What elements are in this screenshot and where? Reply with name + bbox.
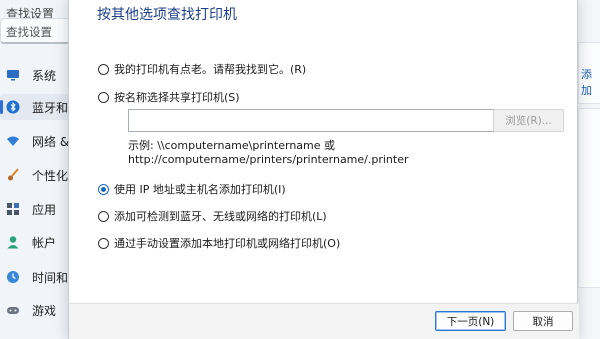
radio-manual[interactable] [98, 237, 109, 249]
dialog-heading: 按其他选项查找打印机 [97, 7, 237, 23]
sidebar-item-label: 蓝牙和 [32, 100, 69, 115]
search-placeholder: 查找设置 [6, 25, 52, 39]
monitor-icon [5, 67, 21, 83]
browse-button[interactable]: 浏览(R)... [493, 109, 564, 132]
option-manual-label: 通过手动设置添加本地打印机或网络打印机(O) [114, 237, 341, 250]
option-older-printer-label: 我的打印机有点老。请帮我找到它。(R) [114, 63, 307, 76]
option-manual[interactable]: 通过手动设置添加本地打印机或网络打印机(O) [98, 235, 340, 251]
settings-card [578, 108, 600, 288]
apps-icon [5, 201, 21, 217]
brush-icon [5, 167, 21, 183]
radio-older-printer[interactable] [98, 63, 109, 75]
option-by-ip-label: 使用 IP 地址或主机名添加打印机(I) [114, 183, 286, 196]
gamepad-icon [5, 302, 21, 318]
sidebar-item-time-language[interactable]: 时间和 [0, 264, 70, 290]
example-line-2: http://computername/printers/printername… [128, 153, 409, 166]
sidebar-item-label: 游戏 [32, 303, 57, 318]
sidebar-item-gaming[interactable]: 游戏 [0, 297, 70, 323]
example-text: 示例: \\computername\printername 或 http://… [128, 139, 409, 167]
radio-wireless[interactable] [98, 210, 109, 222]
wifi-icon [5, 133, 21, 149]
sidebar-item-label: 个性化 [32, 168, 69, 183]
sidebar-item-label: 应用 [32, 202, 57, 217]
shared-printer-name-input[interactable] [128, 109, 529, 132]
sidebar-item-personalization[interactable]: 个性化 [0, 162, 70, 188]
add-device-link[interactable]: 添加 [581, 66, 600, 98]
sidebar-item-apps[interactable]: 应用 [0, 196, 70, 222]
next-button[interactable]: 下一页(N) [435, 311, 506, 331]
sidebar-item-network[interactable]: 网络 & [0, 128, 70, 154]
sidebar-item-label: 系统 [32, 68, 57, 83]
radio-by-ip[interactable] [98, 183, 109, 195]
option-by-ip[interactable]: 使用 IP 地址或主机名添加打印机(I) [98, 181, 286, 197]
option-by-name-label: 按名称选择共享打印机(S) [114, 91, 240, 104]
sidebar-item-bluetooth[interactable]: 蓝牙和 [0, 94, 70, 120]
search-input[interactable]: 查找设置 [0, 18, 70, 44]
sidebar-item-system[interactable]: 系统 [0, 62, 70, 88]
option-wireless-label: 添加可检测到蓝牙、无线或网络的打印机(L) [114, 210, 327, 223]
globe-clock-icon [5, 269, 21, 285]
sidebar-item-label: 帐户 [32, 235, 57, 250]
option-older-printer[interactable]: 我的打印机有点老。请帮我找到它。(R) [98, 61, 306, 77]
sidebar-item-accounts[interactable]: 帐户 [0, 229, 70, 255]
example-line-1: 示例: \\computername\printername 或 [128, 139, 336, 152]
sidebar-item-label: 网络 & [32, 134, 70, 149]
person-icon [5, 234, 21, 250]
bluetooth-icon [5, 99, 21, 115]
option-by-name[interactable]: 按名称选择共享打印机(S) [98, 89, 240, 105]
option-wireless[interactable]: 添加可检测到蓝牙、无线或网络的打印机(L) [98, 208, 327, 224]
add-printer-dialog: 按其他选项查找打印机 我的打印机有点老。请帮我找到它。(R) 按名称选择共享打印… [68, 0, 579, 339]
cancel-button[interactable]: 取消 [513, 311, 573, 331]
sidebar-item-label: 时间和 [32, 270, 69, 285]
radio-by-name[interactable] [98, 91, 109, 103]
